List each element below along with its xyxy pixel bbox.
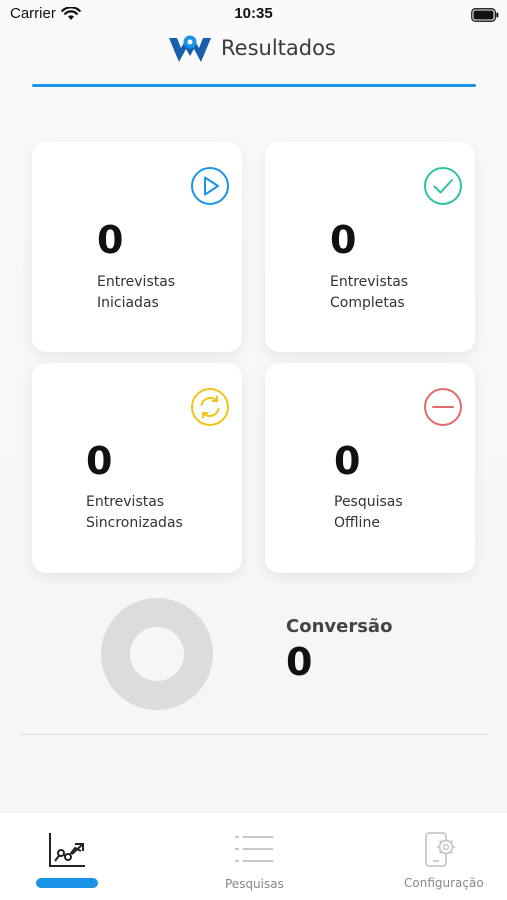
clock-time: 10:35 — [234, 5, 273, 22]
sync-circle-icon — [190, 387, 230, 427]
tab-label: Configuração — [404, 876, 484, 890]
status-bar: Carrier 10:35 — [0, 0, 507, 28]
logo-icon — [168, 34, 212, 70]
check-circle-icon — [423, 166, 463, 206]
battery-icon — [471, 7, 499, 26]
card-label: Entrevistas Completas — [330, 274, 409, 311]
section-divider — [20, 734, 488, 735]
chart-icon — [48, 831, 86, 873]
page-title: Resultados — [221, 36, 336, 60]
card-value: 0 — [330, 218, 357, 262]
card-value: 0 — [97, 218, 124, 262]
play-circle-icon — [190, 166, 230, 206]
header: Resultados — [0, 28, 507, 88]
active-tab-indicator — [36, 878, 98, 888]
conversion-title: Conversão — [286, 616, 393, 637]
card-interviews-synced[interactable]: 0 Entrevistas Sincronizadas — [32, 363, 242, 573]
tab-bar: Pesquisas Configuração — [0, 812, 507, 900]
card-value: 0 — [86, 439, 113, 483]
minus-circle-icon — [423, 387, 463, 427]
conversion-donut-chart — [101, 598, 213, 710]
tab-label: Pesquisas — [225, 877, 284, 891]
tab-settings[interactable]: Configuração — [338, 813, 507, 900]
card-interviews-completed[interactable]: 0 Entrevistas Completas — [265, 142, 475, 352]
list-icon — [234, 833, 274, 869]
card-label: Pesquisas Offline — [334, 494, 403, 531]
card-label: Entrevistas Sincronizadas — [86, 494, 183, 531]
card-value: 0 — [334, 439, 361, 483]
card-label: Entrevistas Iniciadas — [97, 274, 176, 311]
tab-results[interactable] — [0, 813, 169, 900]
card-interviews-started[interactable]: 0 Entrevistas Iniciadas — [32, 142, 242, 352]
conversion-value: 0 — [286, 640, 313, 684]
card-surveys-offline[interactable]: 0 Pesquisas Offline — [265, 363, 475, 573]
device-settings-icon — [424, 831, 458, 873]
header-divider — [32, 84, 476, 87]
tab-surveys[interactable]: Pesquisas — [169, 813, 338, 900]
